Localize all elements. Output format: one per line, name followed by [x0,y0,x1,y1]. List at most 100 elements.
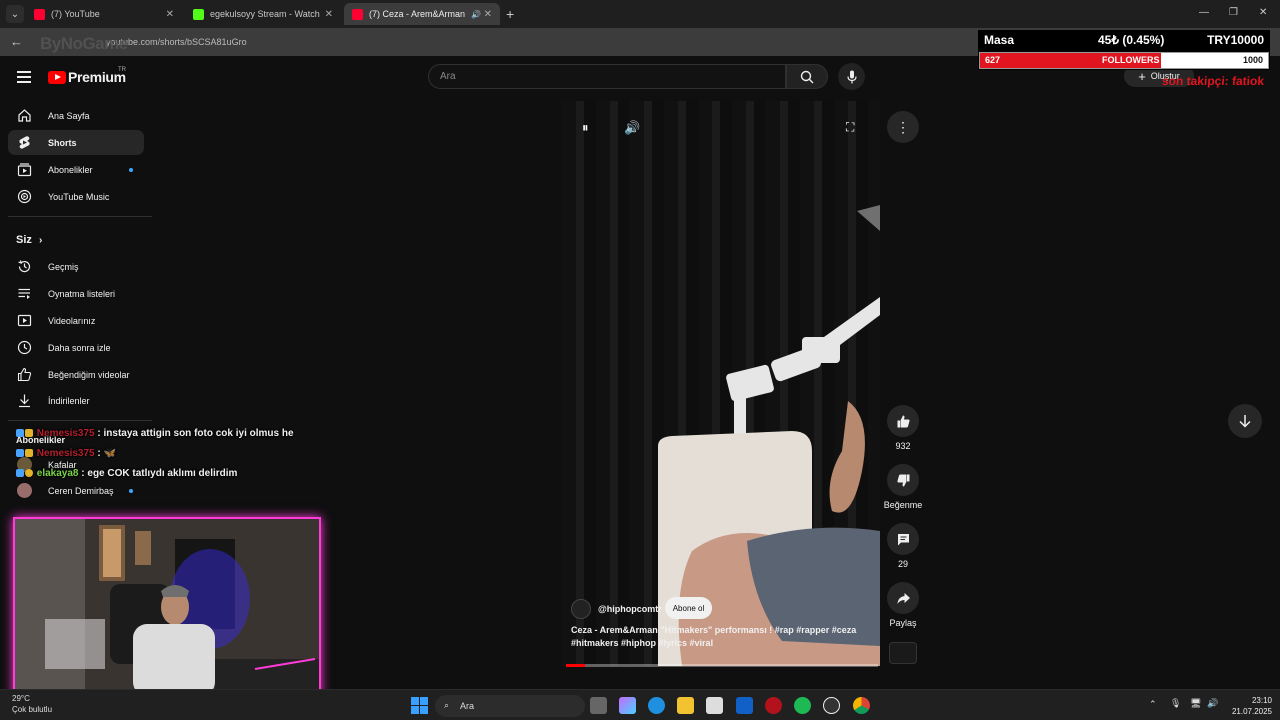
speaker-icon[interactable]: 🔊 [1207,698,1218,709]
chat-badge-icon [16,429,24,438]
new-content-dot [129,489,133,493]
audio-playing-icon[interactable]: 🔊 [471,10,481,19]
fullscreen-icon[interactable]: ⛶ [846,120,854,135]
sidebar-item-label: İndirilenler [48,396,90,406]
chrome-icon[interactable] [853,697,870,714]
youtube-play-icon [48,70,66,84]
crown-badge-icon [25,449,33,458]
subscribe-button[interactable]: Abone ol [665,597,712,619]
close-window-icon[interactable]: ✕ [1259,7,1267,18]
you-section-heading[interactable]: Siz › [16,234,42,246]
browser-tab-youtube[interactable]: (7) YouTube ✕ [26,3,182,25]
close-tab-icon[interactable]: ✕ [325,9,333,20]
share-icon [897,592,910,604]
browser-tab-bar: ⌄ (7) YouTube ✕ egekulsoyy Stream - Watc… [0,0,1280,28]
close-tab-icon[interactable]: ✕ [166,9,174,20]
windows-start-icon[interactable] [411,697,428,714]
browser-tab-kick[interactable]: egekulsoyy Stream - Watch Live ✕ [185,3,341,25]
sidebar-item-label: YouTube Music [48,192,110,202]
channel-avatar[interactable] [571,599,591,619]
webcam-scene-image [15,519,319,696]
like-count: 932 [895,441,911,451]
your-videos-icon [17,314,32,327]
obs-icon[interactable] [823,697,840,714]
stream-goal-widget: Masa 45₺ (0.45%) TRY10000 627 FOLLOWERS … [978,30,1270,70]
sidebar-item-shorts[interactable]: Shorts [8,130,144,155]
shorts-video-player[interactable]: ⏸ 🔊 ⛶ [562,101,880,666]
microphone-tray-icon[interactable]: 🎙 [1170,698,1181,709]
shorts-icon [19,136,30,149]
channel-name[interactable]: @hiphopcomtr [598,604,662,614]
sidebar-item-youtube-music[interactable]: YouTube Music [8,184,144,209]
pause-icon[interactable]: ⏸ [582,120,589,136]
watch-later-icon [17,340,32,355]
tab-search-dropdown-icon[interactable]: ⌄ [6,5,24,23]
next-short-button[interactable] [1228,404,1262,438]
sidebar-item-your-videos[interactable]: Videolarınız [8,308,144,333]
bynogame-watermark-logo: ByNoGame [40,34,128,53]
video-scene-image [658,205,880,666]
comment-icon [897,533,909,545]
file-explorer-icon[interactable] [677,697,694,714]
sound-remix-thumbnail[interactable] [889,642,917,664]
chat-badge-icon [16,449,24,458]
back-arrow-icon[interactable]: ← [10,34,23,49]
comments-button[interactable] [887,523,919,555]
store-icon[interactable] [706,697,723,714]
channel-info[interactable]: @hiphopcomtr [571,599,662,619]
system-clock[interactable]: 23:10 21.07.2025 [1222,695,1272,717]
tray-expand-icon[interactable]: ⌃ [1149,699,1157,710]
like-button[interactable] [887,405,919,437]
sidebar-item-home[interactable]: Ana Sayfa [8,103,144,128]
new-content-dot [129,168,133,172]
more-vertical-icon: ⋮ [896,118,910,135]
network-icon[interactable]: 🖥 [1190,698,1201,709]
task-view-icon[interactable] [590,697,607,714]
chat-message: Nemesis375 : instaya attigin son foto co… [16,428,294,439]
video-progress-bar[interactable] [566,664,878,667]
share-label: Paylaş [889,618,917,628]
dislike-button[interactable] [887,464,919,496]
sidebar-item-watch-later[interactable]: Daha sonra izle [8,335,144,360]
sidebar-item-label: Daha sonra izle [48,343,111,353]
goal-target: TRY10000 [1207,33,1264,47]
chat-username: Nemesis375 [36,448,95,459]
outlook-icon[interactable] [736,697,753,714]
copilot-icon[interactable] [619,697,636,714]
sidebar-item-downloads[interactable]: İndirilenler [8,388,144,413]
followers-label: FOLLOWERS [1102,55,1160,65]
menu-hamburger-icon[interactable] [17,71,31,86]
weather-widget[interactable]: 29°C Çok bulutlu [12,693,52,715]
app-icon[interactable] [765,697,782,714]
spotify-icon[interactable] [794,697,811,714]
new-tab-icon[interactable]: + [506,6,514,22]
close-tab-icon[interactable]: ✕ [484,9,492,20]
music-icon [17,189,32,204]
volume-icon[interactable]: 🔊 [624,120,640,136]
sidebar-item-playlists[interactable]: Oynatma listeleri [8,281,144,306]
share-button[interactable] [887,582,919,614]
search-input[interactable]: Ara [428,64,786,89]
search-icon: ⌕ [444,700,450,710]
goal-change: 45₺ (0.45%) [1098,33,1165,47]
more-options-button[interactable]: ⋮ [887,111,919,143]
edge-icon[interactable] [648,697,665,714]
sidebar-sub-ceren-demirbas[interactable]: Ceren Demirbaş [8,478,144,503]
playlist-icon [18,288,30,299]
sidebar-item-subscriptions[interactable]: Abonelikler [8,157,144,182]
sidebar-item-liked-videos[interactable]: Beğendiğim videolar [8,362,144,387]
browser-tab-ceza[interactable]: (7) Ceza - Arem&Arman "Hitmakers" 🔊 ✕ [344,3,500,25]
search-button[interactable] [786,64,828,89]
followers-current: 627 [985,55,1001,65]
restore-icon[interactable]: ❐ [1229,7,1238,18]
taskbar-search-input[interactable]: ⌕ Ara [435,695,585,717]
sidebar-item-history[interactable]: Geçmiş [8,254,144,279]
youtube-premium-logo[interactable]: Premium [48,69,126,85]
sidebar-item-label: Ana Sayfa [48,111,90,121]
tab-title: egekulsoyy Stream - Watch Live [210,9,322,19]
minimize-icon[interactable]: — [1199,7,1209,18]
chevron-right-icon: › [38,235,43,246]
weather-temp: 29°C [12,694,30,703]
voice-search-button[interactable] [838,63,865,90]
video-caption[interactable]: Ceza - Arem&Arman "Hitmakers" performans… [571,624,871,650]
